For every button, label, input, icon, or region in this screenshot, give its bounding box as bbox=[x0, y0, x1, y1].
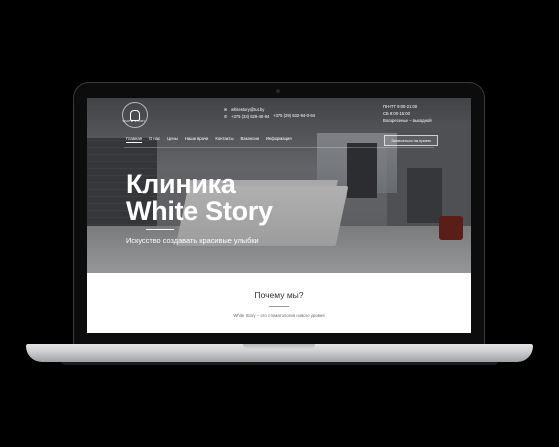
hero-title-underline bbox=[146, 229, 174, 230]
why-us-text: White Story – это стоматология нового ур… bbox=[233, 313, 325, 318]
appointment-button[interactable]: Записаться на прием bbox=[384, 135, 438, 146]
hero-title-line2: White Story bbox=[126, 196, 273, 226]
nav-item-info[interactable]: Информация bbox=[266, 136, 292, 143]
why-us-section: Почему мы? White Story – это стоматологи… bbox=[87, 273, 471, 333]
clinic-logo[interactable] bbox=[122, 102, 148, 128]
hero-section: WHITE STORY ✉ whitestory@tut.by ✆ +375 (… bbox=[87, 98, 471, 273]
laptop-notch bbox=[243, 344, 315, 349]
hero-subtitle: Искусство создавать красивые улыбки bbox=[126, 236, 259, 245]
nav-divider bbox=[124, 147, 434, 148]
why-us-title: Почему мы? bbox=[254, 290, 304, 300]
nav-item-contacts[interactable]: Контакты bbox=[215, 136, 233, 143]
nav-item-prices[interactable]: Цены bbox=[167, 136, 178, 143]
hero-title-line1: Клиника bbox=[126, 169, 236, 199]
phone-2[interactable]: +375 (29) 632-94-0-94 bbox=[273, 113, 315, 118]
nav-item-about[interactable]: О нас bbox=[149, 136, 160, 143]
hours-sunday: Воскресенье – выходной bbox=[383, 118, 432, 123]
working-hours: ПН-ПТ 9:00-21:00 СБ 9:00-15:00 Воскресен… bbox=[383, 103, 432, 124]
email-link[interactable]: whitestory@tut.by bbox=[231, 106, 264, 113]
main-nav: Главная О нас Цены Наши врачи Контакты В… bbox=[126, 136, 292, 143]
phone-icon: ✆ bbox=[223, 113, 228, 119]
hours-saturday: СБ 9:00-15:00 bbox=[383, 111, 410, 116]
nav-item-vacancies[interactable]: Вакансии bbox=[240, 136, 258, 143]
logo-text: WHITE STORY bbox=[122, 119, 146, 123]
webcam-icon bbox=[276, 89, 280, 93]
email-icon: ✉ bbox=[223, 106, 228, 112]
hours-weekdays: ПН-ПТ 9:00-21:00 bbox=[383, 104, 418, 109]
phone-1[interactable]: +375 (33) 629-40-94 bbox=[231, 113, 269, 120]
website-screen: WHITE STORY ✉ whitestory@tut.by ✆ +375 (… bbox=[87, 98, 471, 333]
nav-item-doctors[interactable]: Наши врачи bbox=[185, 136, 209, 143]
contact-block: ✉ whitestory@tut.by ✆ +375 (33) 629-40-9… bbox=[223, 106, 269, 120]
why-us-divider bbox=[269, 306, 289, 307]
nav-item-home[interactable]: Главная bbox=[126, 136, 142, 143]
